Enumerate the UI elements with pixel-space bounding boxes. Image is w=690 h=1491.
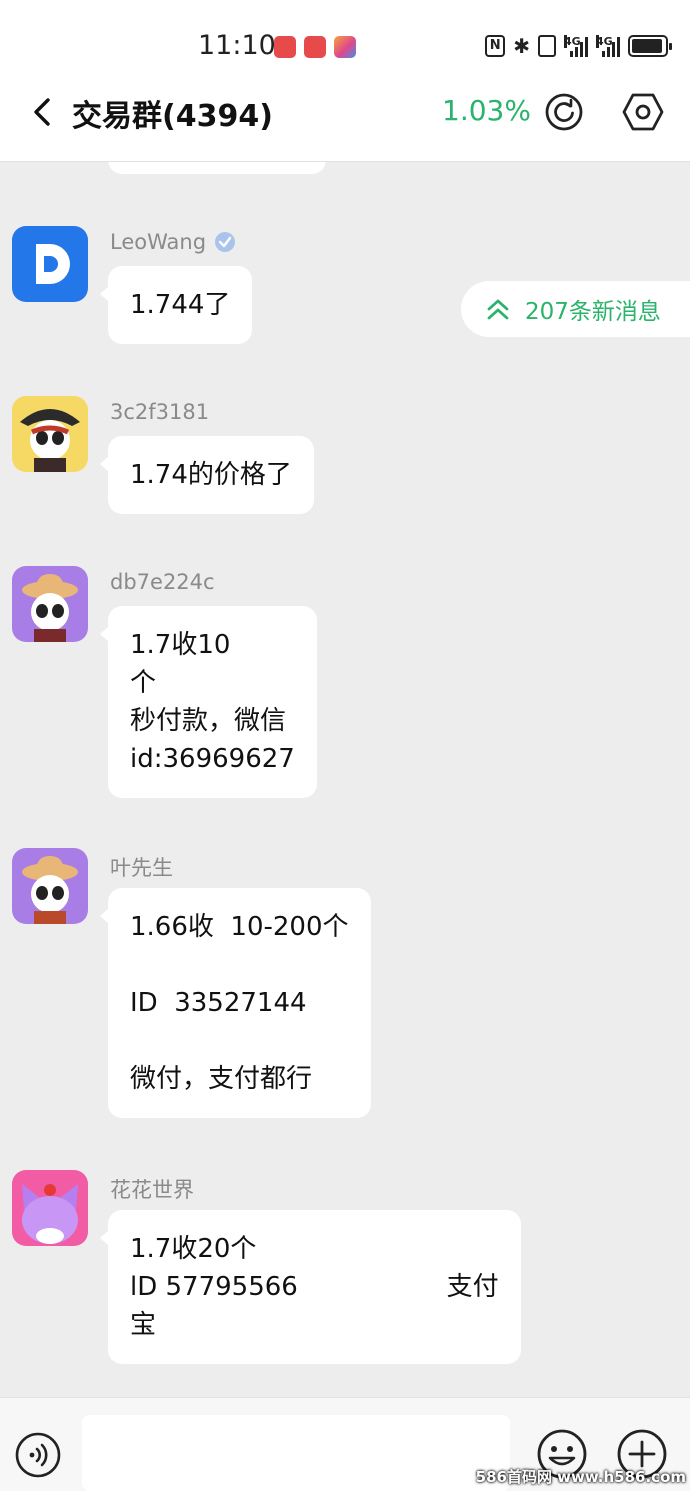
purple-cat-avatar-icon <box>22 1184 78 1244</box>
notification-app-icon <box>304 36 326 58</box>
input-bar: 586首码网 www.h586.com <box>0 1397 690 1491</box>
verified-icon <box>215 232 236 252</box>
new-messages-button[interactable]: 207条新消息 <box>461 281 690 337</box>
status-time: 11:10 <box>198 30 276 61</box>
double-chevron-up-icon <box>487 299 509 320</box>
sender-name: 叶先生 <box>110 856 173 880</box>
percent-indicator: 1.03% <box>442 94 531 127</box>
top-bar: 11:10 N ✱ 4G 4G 交易群(4394) 1.03% <box>0 0 690 162</box>
cowboy-panda-avatar-icon <box>22 856 78 924</box>
chat-title: 交易群(4394) <box>72 99 273 134</box>
avatar[interactable] <box>12 566 88 642</box>
watermark: 586首码网 www.h586.com <box>475 1468 686 1486</box>
sender-name: 花花世界 <box>110 1178 194 1202</box>
sender-name: db7e224c <box>110 570 215 594</box>
vibrate-icon <box>538 35 556 57</box>
battery-icon <box>628 35 672 57</box>
message-input[interactable] <box>82 1415 510 1491</box>
signal-icon: 4G <box>564 35 588 57</box>
nfc-icon: N <box>485 35 506 57</box>
signal-icon: 4G <box>596 35 620 57</box>
cowboy-panda-avatar-icon <box>22 574 78 642</box>
notification-app-icon <box>274 36 296 58</box>
status-icons: N ✱ 4G 4G <box>485 34 672 58</box>
message-bubble[interactable]: 1.74的价格了 <box>100 436 314 514</box>
sender-name: 3c2f3181 <box>110 400 210 424</box>
message-bubble[interactable]: 1.7收20个 lD 57795566 支付 宝 <box>100 1210 521 1364</box>
message-bubble[interactable]: 1.7收10 个 秒付款，微信 id:36969627 <box>100 606 317 798</box>
pirate-panda-avatar-icon <box>20 409 80 472</box>
refresh-icon[interactable] <box>543 91 585 133</box>
message-bubble[interactable]: 1.66收 10-200个 ID 33527144 微付，支付都行 <box>100 888 371 1118</box>
app-logo-avatar-icon <box>36 244 70 284</box>
avatar[interactable] <box>12 1170 88 1246</box>
message-bubble[interactable]: 1.744了 <box>99 266 253 344</box>
avatar[interactable] <box>12 226 88 302</box>
settings-icon[interactable] <box>622 91 664 133</box>
new-messages-label: 207条新消息 <box>525 299 661 325</box>
voice-icon[interactable] <box>14 1431 62 1479</box>
sender-name: LeoWang <box>110 230 236 254</box>
back-icon[interactable] <box>26 92 60 132</box>
avatar[interactable] <box>12 848 88 924</box>
notification-app-icon <box>334 36 356 58</box>
avatar[interactable] <box>12 396 88 472</box>
bluetooth-icon: ✱ <box>513 34 530 58</box>
